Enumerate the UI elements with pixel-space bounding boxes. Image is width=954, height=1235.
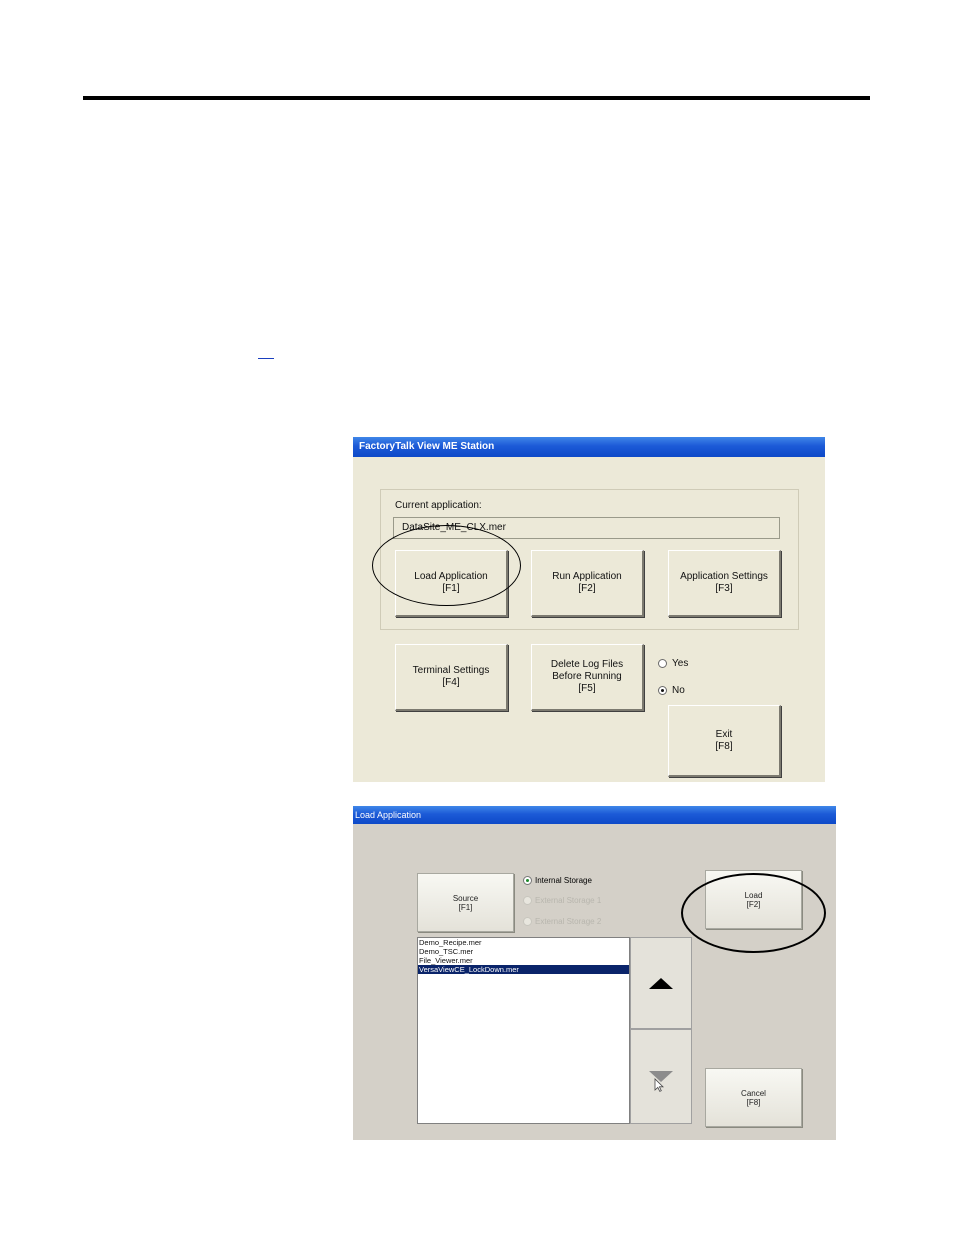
button-label: Delete Log Files <box>550 659 624 670</box>
radio-circle <box>658 686 667 695</box>
radio-circle <box>523 917 532 926</box>
button-key: [F3] <box>715 583 733 594</box>
window-title: Load Application <box>353 806 836 824</box>
button-key: [F8] <box>746 1097 761 1107</box>
factorytalk-station-window: FactoryTalk View ME Station Current appl… <box>353 437 825 782</box>
option-label: Internal Storage <box>535 876 592 885</box>
run-application-button[interactable]: Run Application [F2] <box>531 550 644 617</box>
radio-yes[interactable]: Yes <box>658 658 688 669</box>
application-settings-button[interactable]: Application Settings [F3] <box>668 550 781 617</box>
radio-circle <box>523 896 532 905</box>
option-label: External Storage 2 <box>535 917 602 926</box>
button-key: [F8] <box>715 740 733 752</box>
radio-label: No <box>672 685 685 696</box>
option-label: External Storage 1 <box>535 896 602 905</box>
button-key: [F4] <box>442 677 460 688</box>
external-storage-2-option[interactable]: External Storage 2 <box>523 917 601 926</box>
button-label: Exit <box>715 728 733 740</box>
button-key: [F2] <box>578 583 596 594</box>
button-label: Application Settings <box>680 571 768 582</box>
current-application-label: Current application: <box>395 500 482 511</box>
mouse-cursor-icon <box>654 1078 664 1092</box>
button-label: Cancel <box>741 1088 766 1098</box>
radio-circle <box>523 876 532 885</box>
application-file-list[interactable]: Demo_Recipe.mer Demo_TSC.mer File_Viewer… <box>417 937 630 1124</box>
button-label: Terminal Settings <box>412 665 490 676</box>
scroll-down-button[interactable] <box>630 1029 692 1124</box>
list-item-selected[interactable]: VersaViewCE_LockDown.mer <box>418 965 629 974</box>
radio-circle <box>658 659 667 668</box>
button-label-2: Before Running <box>552 671 622 682</box>
internal-storage-option[interactable]: Internal Storage <box>523 876 592 885</box>
button-key: [F5] <box>578 683 596 694</box>
window-title: FactoryTalk View ME Station <box>353 437 825 457</box>
load-application-window: Load Application Source [F1] Internal St… <box>353 806 836 1140</box>
exit-button[interactable]: Exit [F8] <box>668 705 781 777</box>
terminal-settings-button[interactable]: Terminal Settings [F4] <box>395 644 508 711</box>
button-label: Run Application <box>552 571 622 582</box>
window-body: Current application: DataSite_ME_CLX.mer… <box>355 457 821 782</box>
highlight-ellipse <box>681 873 826 953</box>
button-label: Source <box>452 893 479 903</box>
button-key: [F1] <box>458 902 473 912</box>
list-item[interactable]: Demo_Recipe.mer <box>418 938 629 947</box>
highlight-ellipse <box>372 525 521 606</box>
arrow-up-icon <box>649 977 673 989</box>
list-item[interactable]: Demo_TSC.mer <box>418 947 629 956</box>
cancel-button[interactable]: Cancel [F8] <box>705 1068 802 1127</box>
source-button[interactable]: Source [F1] <box>417 873 514 932</box>
radio-label: Yes <box>672 658 689 669</box>
delete-log-files-button[interactable]: Delete Log Files Before Running [F5] <box>531 644 644 711</box>
radio-no[interactable]: No <box>658 685 685 696</box>
external-storage-1-option[interactable]: External Storage 1 <box>523 896 601 905</box>
list-item[interactable]: File_Viewer.mer <box>418 956 629 965</box>
scroll-up-button[interactable] <box>630 937 692 1029</box>
reference-link[interactable] <box>258 358 274 359</box>
header-rule <box>83 96 870 100</box>
